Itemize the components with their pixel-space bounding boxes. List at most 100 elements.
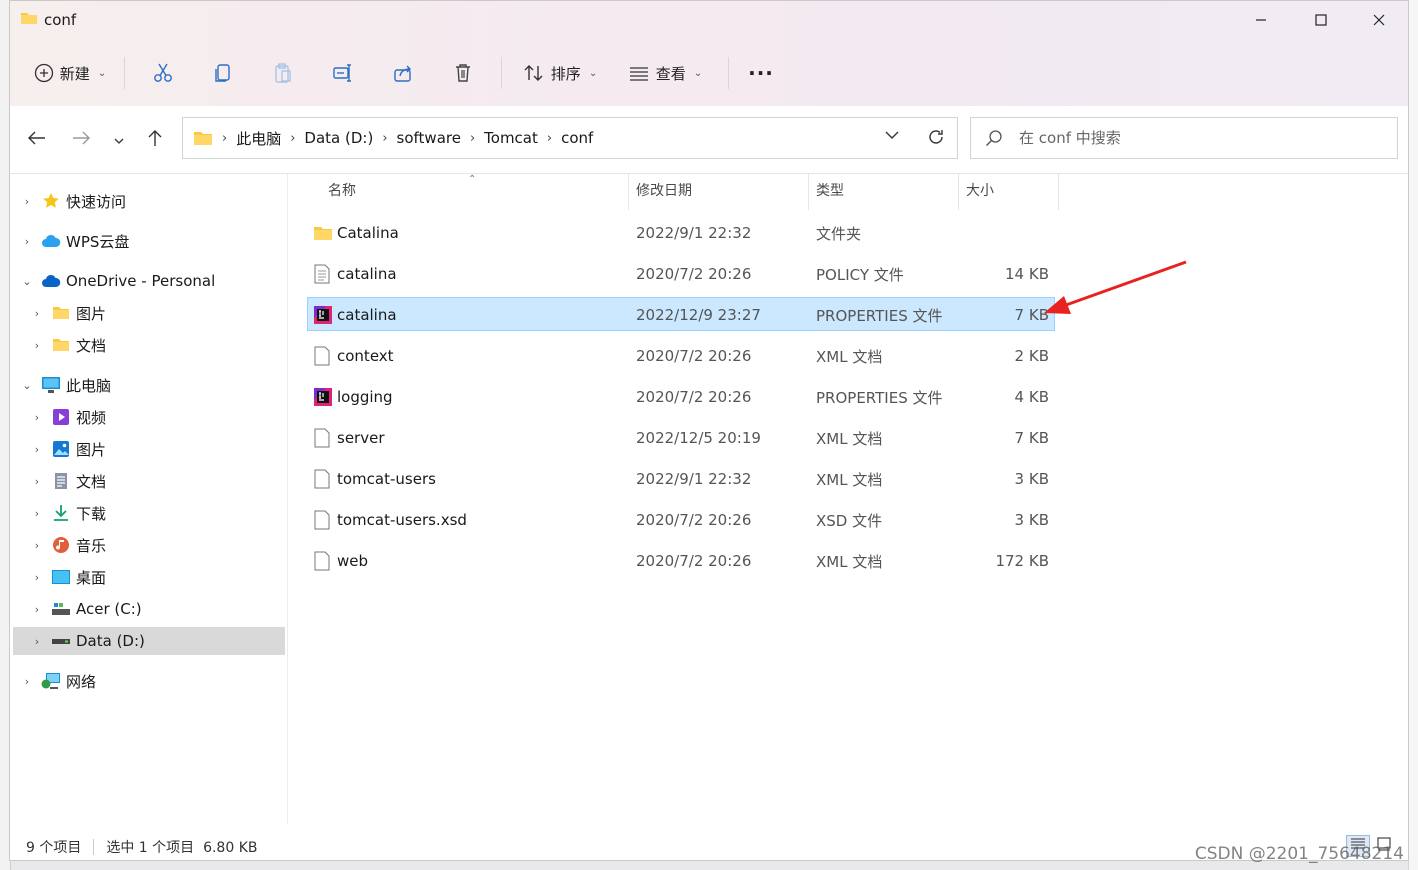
intellij-icon [313,380,333,414]
column-divider[interactable] [808,174,809,210]
sidebar-item-downloads[interactable]: › 下载 [30,499,106,527]
file-type: XML 文档 [816,470,883,489]
new-button[interactable]: 新建 ⌄ [24,55,116,91]
file-type: XML 文档 [816,429,883,448]
recent-locations-button[interactable] [106,129,132,151]
column-divider[interactable] [628,174,629,210]
breadcrumb-this-pc[interactable]: 此电脑 [236,128,281,149]
folder-icon [193,130,213,146]
sidebar-item-onedrive-documents[interactable]: › 文档 [30,331,106,359]
sort-button[interactable]: 排序 ⌄ [510,55,610,91]
sidebar-item-drive-c[interactable]: › Acer (C:) [30,595,142,623]
chevron-right-icon: › [34,602,40,616]
folder-icon [50,336,72,354]
paste-button[interactable] [253,55,313,91]
window-title-label: conf [44,11,77,29]
sidebar-item-quick-access[interactable]: › 快速访问 [20,187,126,215]
file-size [957,216,1049,250]
sidebar-item-onedrive-pictures[interactable]: › 图片 [30,299,106,327]
sidebar-item-label: 快速访问 [66,192,127,211]
file-explorer-window: conf 新建 ⌄ 排序 ⌄ 查看 ⌄ ··· › 此电脑 › Data (D:… [9,0,1409,861]
file-row[interactable]: catalina 2020/7/2 20:26 POLICY 文件 14 KB [307,257,1055,291]
watermark: CSDN @2201_75648214 [1194,844,1404,864]
file-row[interactable]: tomcat-users 2022/9/1 22:32 XML 文档 3 KB [307,462,1055,496]
file-modified: 2020/7/2 20:26 [636,265,752,283]
sidebar-item-wps-cloud[interactable]: › WPS云盘 [20,227,130,255]
minimize-button[interactable] [1238,7,1284,33]
sidebar-item-pictures[interactable]: › 图片 [30,435,106,463]
download-icon [50,504,72,522]
folder-icon [20,10,38,30]
file-row[interactable]: Catalina 2022/9/1 22:32 文件夹 [307,216,1055,250]
file-row[interactable]: logging 2020/7/2 20:26 PROPERTIES 文件 4 K… [307,380,1055,414]
folder-icon [50,304,72,322]
column-header-name[interactable]: 名称 [328,180,356,202]
sidebar-item-network[interactable]: › 网络 [20,667,96,695]
forward-button[interactable] [68,129,94,151]
refresh-button[interactable] [927,128,945,146]
sidebar-item-label: OneDrive - Personal [66,272,216,290]
chevron-right-icon: › [24,674,30,688]
cut-icon [152,62,174,84]
address-bar[interactable]: › 此电脑 › Data (D:) › software › Tomcat › … [182,117,958,159]
chevron-right-icon: › [290,130,296,146]
sidebar-item-label: 桌面 [76,568,107,587]
file-name: server [337,429,385,447]
sidebar-item-label: 文档 [76,336,107,355]
sidebar-item-drive-d[interactable]: › Data (D:) [30,627,145,655]
sort-button-label: 排序 [550,64,581,83]
file-modified: 2022/12/9 23:27 [636,306,761,324]
cut-button[interactable] [133,55,193,91]
title-bar: conf 新建 ⌄ 排序 ⌄ 查看 ⌄ ··· [10,1,1408,106]
rename-button[interactable] [313,55,373,91]
file-name: tomcat-users [337,470,436,488]
view-button[interactable]: 查看 ⌄ [610,55,720,91]
maximize-button[interactable] [1298,7,1344,33]
file-row-selected[interactable]: catalina 2022/12/9 23:27 PROPERTIES 文件 7… [307,297,1055,331]
file-row[interactable]: context 2020/7/2 20:26 XML 文档 2 KB [307,339,1055,373]
chevron-down-icon: ⌄ [22,378,32,392]
file-row[interactable]: tomcat-users.xsd 2020/7/2 20:26 XSD 文件 3… [307,503,1055,537]
copy-button[interactable] [193,55,253,91]
file-modified: 2022/12/5 20:19 [636,429,761,447]
column-divider[interactable] [958,174,959,210]
breadcrumb-item[interactable]: Data (D:) [304,129,373,147]
breadcrumb-item[interactable]: software [397,129,461,147]
sidebar-item-label: 此电脑 [66,376,112,395]
address-history-dropdown[interactable] [885,130,899,140]
file-list-pane: ⌃ 名称 修改日期 类型 大小 Catalina 2022/9/1 22:32 … [288,174,1408,824]
file-row[interactable]: web 2020/7/2 20:26 XML 文档 172 KB [307,544,1055,578]
file-name: web [337,552,369,570]
sidebar-item-documents[interactable]: › 文档 [30,467,106,495]
close-button[interactable] [1356,7,1402,33]
column-header-type[interactable]: 类型 [816,180,844,202]
delete-button[interactable] [433,55,493,91]
sidebar-item-music[interactable]: › 音乐 [30,531,106,559]
toolbar-divider [124,57,125,89]
column-header-size[interactable]: 大小 [966,180,994,202]
file-icon [314,544,330,578]
column-divider[interactable] [1058,174,1059,210]
sidebar-item-this-pc[interactable]: ⌄ 此电脑 [20,371,111,399]
chevron-down-icon: ⌄ [97,67,107,79]
file-size: 3 KB [1014,470,1049,488]
search-box[interactable] [970,117,1398,159]
file-type: PROPERTIES 文件 [816,388,943,407]
breadcrumb-item[interactable]: Tomcat [484,129,538,147]
search-input[interactable] [1017,128,1381,148]
file-name: catalina [337,306,397,324]
sidebar-item-onedrive[interactable]: ⌄ OneDrive - Personal [20,267,215,295]
column-header-modified[interactable]: 修改日期 [636,180,692,202]
more-options-button[interactable]: ··· [737,55,785,91]
share-button[interactable] [373,55,433,91]
up-button[interactable] [142,129,168,151]
file-icon [314,339,330,373]
sidebar-item-desktop[interactable]: › 桌面 [30,563,106,591]
file-row[interactable]: server 2022/12/5 20:19 XML 文档 7 KB [307,421,1055,455]
back-button[interactable] [24,129,50,151]
breadcrumb-item[interactable]: conf [561,129,593,147]
file-icon [314,421,330,455]
chevron-right-icon: › [24,234,30,248]
sidebar-item-videos[interactable]: › 视频 [30,403,106,431]
navigation-pane: › 快速访问 › WPS云盘 ⌄ OneDrive - Personal › 图… [10,174,288,824]
